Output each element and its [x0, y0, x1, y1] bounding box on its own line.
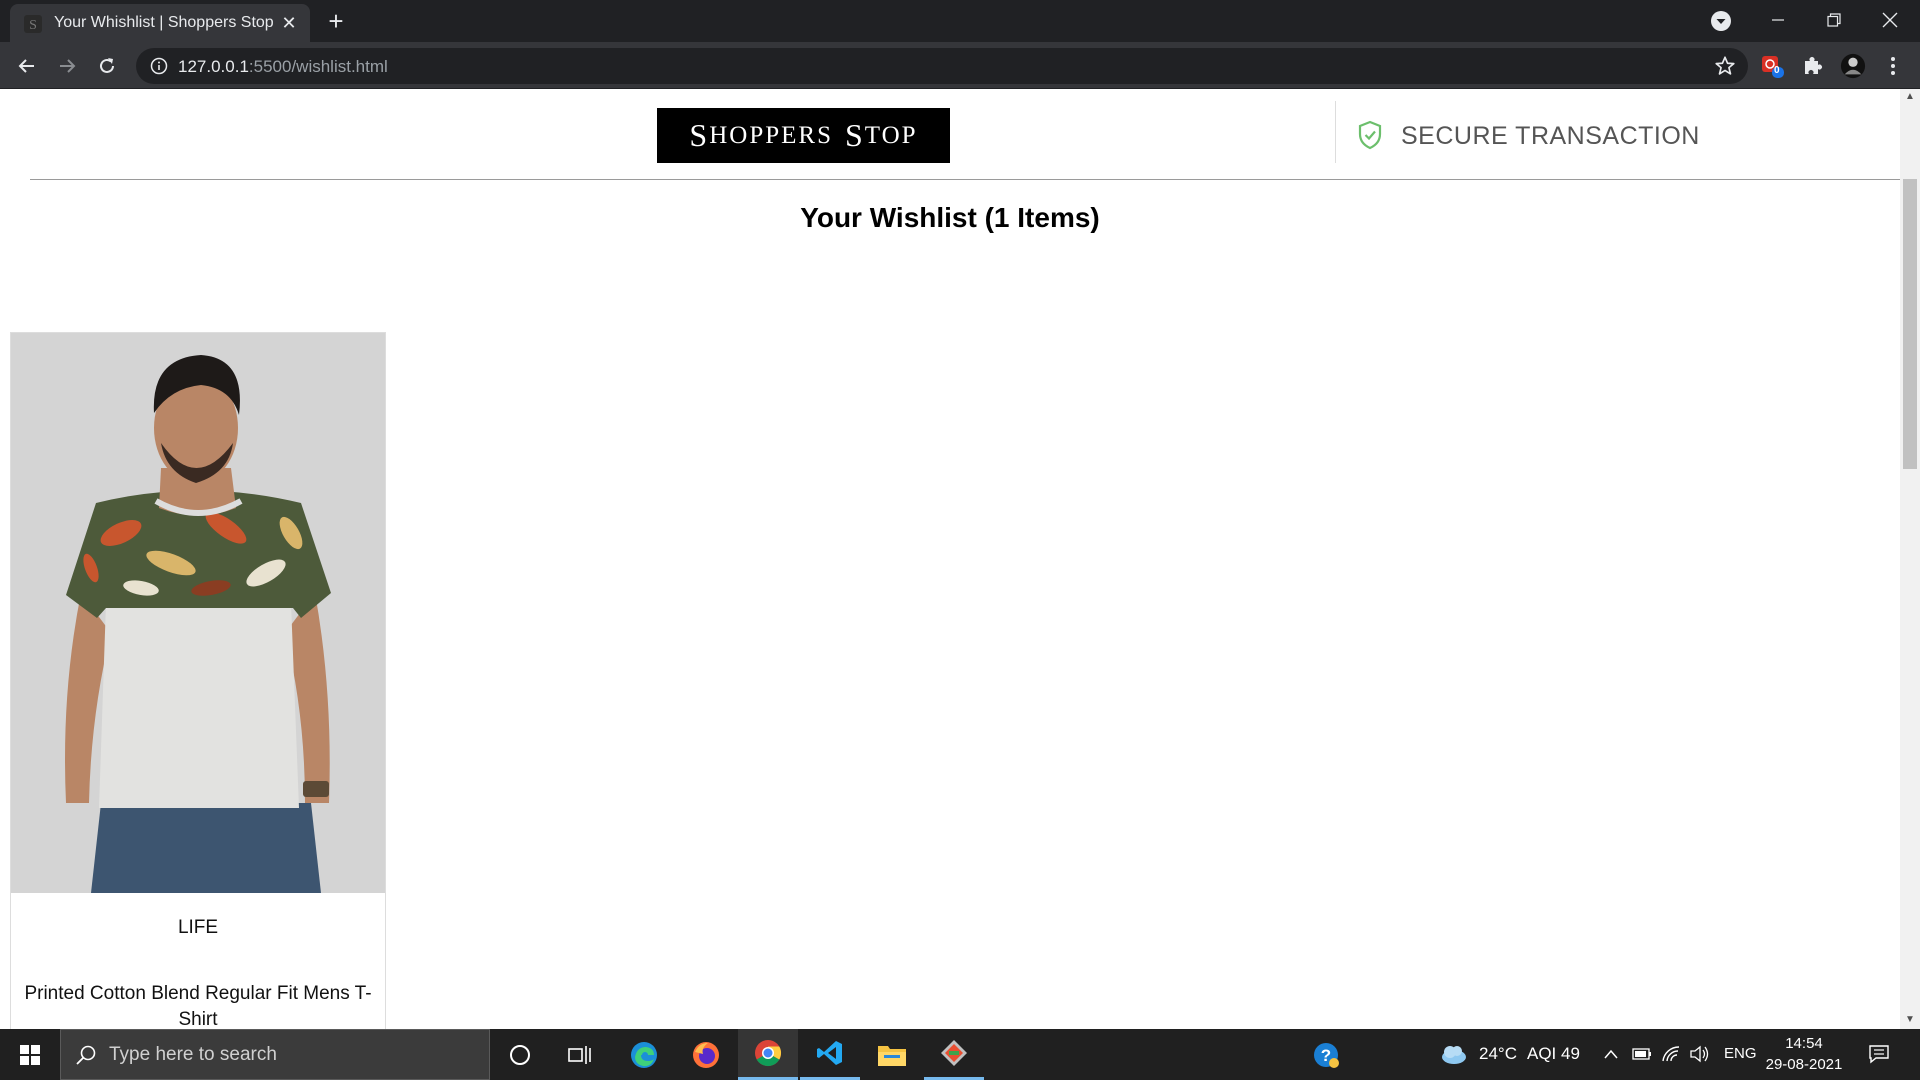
weather-aqi[interactable]: AQI 49 — [1527, 1044, 1580, 1064]
svg-text:S: S — [29, 18, 37, 33]
scrollbar-thumb[interactable] — [1903, 179, 1917, 469]
address-bar[interactable]: 127.0.0.1:5500/wishlist.html — [136, 48, 1748, 84]
taskbar-search-box[interactable]: Type here to search — [60, 1029, 490, 1080]
product-image[interactable] — [11, 333, 385, 893]
windows-taskbar: Type here to search ? 24°C AQI 49 ENG 14… — [0, 1029, 1920, 1080]
task-view-icon[interactable] — [550, 1029, 610, 1080]
close-window-icon[interactable] — [1862, 0, 1918, 40]
page-scrollbar[interactable]: ▲ ▼ — [1900, 89, 1920, 1029]
scroll-down-arrow-icon[interactable]: ▼ — [1904, 1014, 1916, 1026]
shoppers-stop-favicon-icon: S — [24, 15, 42, 33]
browser-tab[interactable]: S Your Whishlist | Shoppers Stop ✕ — [10, 4, 310, 42]
product-brand: LIFE — [177, 917, 219, 938]
bookmark-star-icon[interactable] — [1714, 55, 1736, 77]
clock-time: 14:54 — [1785, 1035, 1823, 1052]
tab-search-icon[interactable] — [1710, 10, 1732, 32]
header-divider-line — [30, 179, 1900, 180]
windows-start-icon[interactable] — [0, 1029, 60, 1080]
url-text: 127.0.0.1:5500/wishlist.html — [178, 57, 388, 77]
taskbar-clock[interactable]: 14:54 29-08-2021 — [1762, 1033, 1846, 1075]
extension-badge: 0 — [1774, 65, 1780, 76]
logo-word: TOP — [864, 121, 918, 149]
volume-icon[interactable] — [1689, 1045, 1711, 1063]
help-icon[interactable]: ? — [1296, 1029, 1356, 1080]
secure-transaction-label: SECURE TRANSACTION — [1401, 122, 1700, 150]
scroll-up-arrow-icon[interactable]: ▲ — [1904, 91, 1916, 103]
logo-letter: S — [844, 117, 865, 153]
chevron-up-icon[interactable] — [1603, 1048, 1619, 1060]
chrome-icon[interactable] — [738, 1029, 798, 1080]
url-path: :5500/wishlist.html — [248, 57, 388, 76]
file-explorer-icon[interactable] — [862, 1029, 922, 1080]
git-gui-icon[interactable] — [924, 1029, 984, 1080]
notifications-icon[interactable] — [1868, 1044, 1890, 1064]
page-content: S HOPPERS S TOP SECURE TRANSACTION Your Wis… — [0, 89, 1900, 1029]
page-title: Your Wishlist (1 Items) — [800, 202, 1100, 233]
firefox-icon[interactable] — [676, 1029, 736, 1080]
site-info-icon[interactable] — [150, 57, 168, 75]
minimize-icon[interactable] — [1750, 0, 1806, 40]
language-indicator[interactable]: ENG — [1724, 1045, 1757, 1062]
logo-letter: S — [689, 117, 710, 153]
wishlist-item-card[interactable]: LIFE Printed Cotton Blend Regular Fit Me… — [10, 332, 386, 1029]
tab-title: Your Whishlist | Shoppers Stop — [54, 14, 274, 31]
weather-temp[interactable]: 24°C — [1479, 1044, 1517, 1064]
url-host: 127.0.0.1 — [178, 57, 249, 76]
logo-word: HOPPERS — [709, 121, 833, 149]
browser-menu-icon[interactable] — [1880, 53, 1906, 79]
restore-icon[interactable] — [1806, 0, 1862, 40]
extensions-puzzle-icon[interactable] — [1800, 53, 1826, 79]
search-placeholder: Type here to search — [109, 1044, 277, 1065]
shoppers-stop-logo[interactable]: S HOPPERS S TOP — [657, 108, 950, 163]
tab-close-icon[interactable]: ✕ — [278, 12, 300, 34]
product-name[interactable]: Printed Cotton Blend Regular Fit Mens T-… — [21, 981, 375, 1029]
new-tab-icon[interactable]: + — [322, 8, 350, 36]
cortana-icon[interactable] — [490, 1029, 550, 1080]
shield-check-icon — [1358, 120, 1382, 150]
back-icon[interactable] — [12, 51, 42, 81]
browser-tab-strip: S Your Whishlist | Shoppers Stop ✕ + — [0, 0, 1920, 42]
browser-toolbar: 127.0.0.1:5500/wishlist.html 0 — [0, 42, 1920, 89]
edge-browser-icon[interactable] — [614, 1029, 674, 1080]
forward-icon[interactable] — [52, 51, 82, 81]
weather-cloud-icon[interactable] — [1440, 1042, 1468, 1066]
profile-avatar[interactable] — [1840, 53, 1866, 79]
battery-icon[interactable] — [1632, 1047, 1652, 1061]
extension-red-icon[interactable]: 0 — [1760, 53, 1786, 79]
header-divider — [1335, 101, 1336, 163]
wifi-icon[interactable] — [1661, 1045, 1681, 1063]
vscode-icon[interactable] — [800, 1029, 860, 1080]
search-icon — [76, 1045, 96, 1065]
reload-icon[interactable] — [92, 51, 122, 81]
clock-date: 29-08-2021 — [1765, 1056, 1843, 1073]
